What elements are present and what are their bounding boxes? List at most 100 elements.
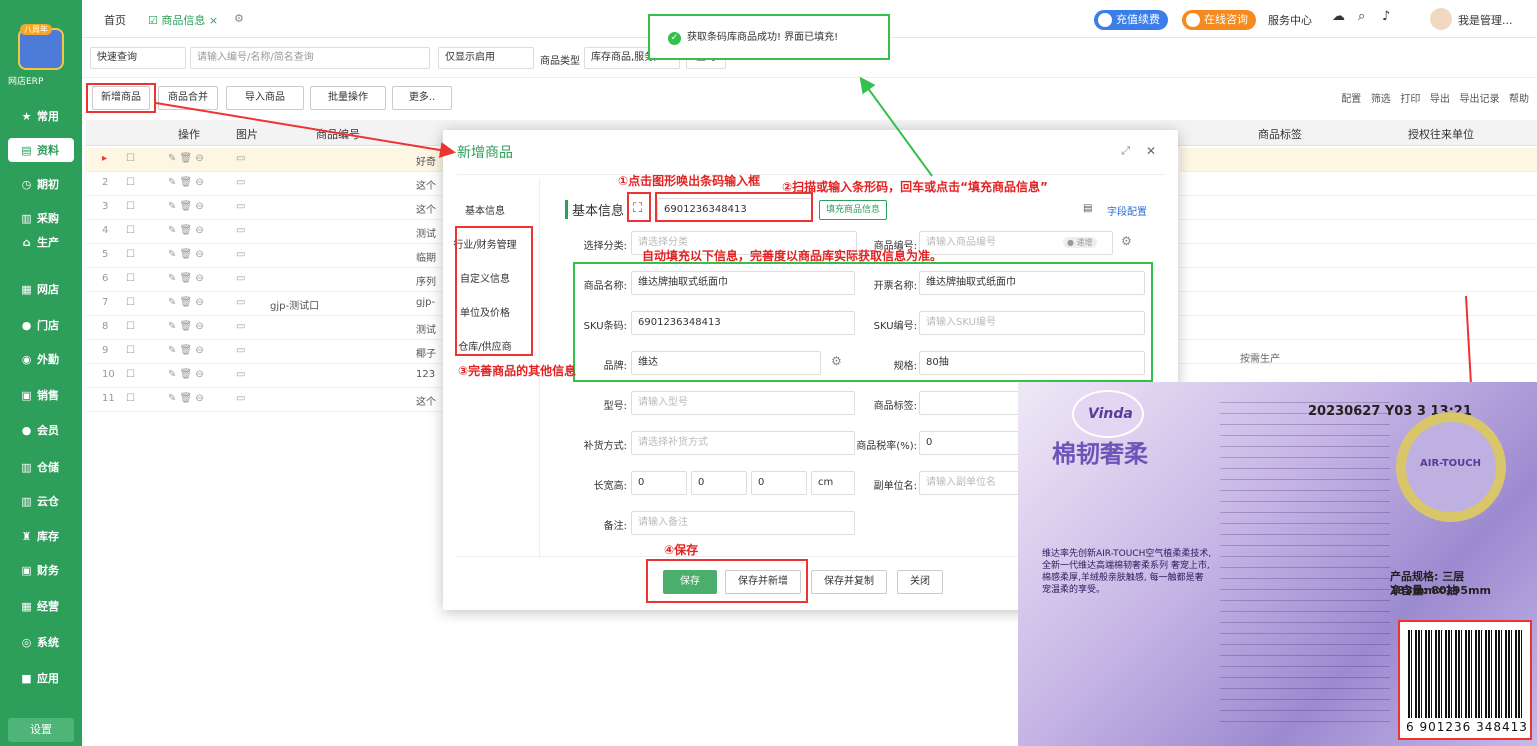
sidebar-item-16[interactable]: ■ 应用 <box>0 666 82 690</box>
sidebar-item-1[interactable]: ▤ 资料 <box>8 138 74 162</box>
row-actions[interactable]: ✎ 🗑 ⊖ <box>168 201 204 212</box>
row-actions[interactable]: ✎ 🗑 ⊖ <box>168 153 204 164</box>
sidebar-item-4[interactable]: ⌂ 生产 <box>0 230 82 254</box>
table-row[interactable]: 3 ☐ ✎ 🗑 ⊖ ▭ 这个 <box>86 196 446 220</box>
sidebar-item-2[interactable]: ◷ 期初 <box>0 172 82 196</box>
row-checkbox[interactable]: ☐ <box>126 369 135 380</box>
table-row[interactable]: 6 ☐ ✎ 🗑 ⊖ ▭ 序列 <box>86 268 446 292</box>
row-actions[interactable]: ✎ 🗑 ⊖ <box>168 369 204 380</box>
tag-input[interactable] <box>919 391 1019 415</box>
table-row[interactable]: 11 ☐ ✎ 🗑 ⊖ ▭ 这个 <box>86 388 446 412</box>
sidebar-item-11[interactable]: ▥ 云仓 <box>0 489 82 513</box>
query-mode-select[interactable]: 快速查询 <box>90 47 186 69</box>
close-icon[interactable]: ✕ <box>1146 144 1156 158</box>
bell-icon[interactable]: ♪ <box>1382 9 1390 24</box>
row-checkbox[interactable]: ☐ <box>126 249 135 260</box>
table-row[interactable]: 8 ☐ ✎ 🗑 ⊖ ▭ 测试 <box>86 316 446 340</box>
model-input[interactable]: 请输入型号 <box>631 391 855 415</box>
nav-basic[interactable]: 基本信息 <box>445 202 525 217</box>
cloud-icon[interactable]: ☁ <box>1332 9 1345 24</box>
recharge-button[interactable]: 充值续费 <box>1094 10 1168 30</box>
row-actions[interactable]: ✎ 🗑 ⊖ <box>168 297 204 308</box>
table-row[interactable]: 2 ☐ ✎ 🗑 ⊖ ▭ 这个 <box>86 172 446 196</box>
filter-link[interactable]: 筛选 <box>1371 94 1391 105</box>
table-row[interactable]: 7 ☐ ✎ 🗑 ⊖ ▭ gjp-测试口 gjp- <box>86 292 446 316</box>
tab-close-icon[interactable]: × <box>209 14 218 27</box>
avatar[interactable] <box>1430 8 1452 30</box>
save-copy-button[interactable]: 保存并复制 <box>811 570 887 594</box>
row-checkbox[interactable]: ☐ <box>126 153 135 164</box>
tab-gear-icon[interactable]: ⚙ <box>234 12 244 25</box>
row-actions[interactable]: ✎ 🗑 ⊖ <box>168 321 204 332</box>
merge-button[interactable]: 商品合并 <box>158 86 218 110</box>
row-checkbox[interactable]: ☐ <box>126 177 135 188</box>
print-link[interactable]: 打印 <box>1400 94 1420 105</box>
search-icon[interactable]: ⌕ <box>1358 9 1365 24</box>
table-row[interactable]: 10 ☐ ✎ 🗑 ⊖ ▭ 123 <box>86 364 446 388</box>
service-center-link[interactable]: 服务中心 <box>1268 12 1312 28</box>
fill-info-button[interactable]: 填充商品信息 <box>819 200 887 220</box>
tab-product-info[interactable]: ☑ 商品信息 × <box>148 12 218 28</box>
row-checkbox[interactable]: ☐ <box>126 297 135 308</box>
tab-home[interactable]: 首页 <box>104 12 126 28</box>
table-row-right <box>1180 196 1537 220</box>
tax-input[interactable]: 0 <box>919 431 1019 455</box>
height-input[interactable]: 0 <box>751 471 807 495</box>
replenish-select[interactable]: 请选择补货方式 <box>631 431 855 455</box>
sidebar-item-8[interactable]: ▣ 销售 <box>0 383 82 407</box>
auto-increment-toggle[interactable]: ● 递增 <box>1063 237 1097 248</box>
field-config-link[interactable]: 字段配置 <box>1107 203 1147 218</box>
sidebar-item-3[interactable]: ▥ 采购 <box>0 206 82 230</box>
table-row[interactable]: 4 ☐ ✎ 🗑 ⊖ ▭ 测试 <box>86 220 446 244</box>
length-input[interactable]: 0 <box>631 471 687 495</box>
sidebar-item-0[interactable]: ★ 常用 <box>0 104 82 128</box>
warehouse-icon: ▥ <box>21 460 32 474</box>
row-checkbox[interactable]: ☐ <box>126 393 135 404</box>
table-row[interactable]: 9 ☐ ✎ 🗑 ⊖ ▭ 椰子 <box>86 340 446 364</box>
more-button[interactable]: 更多.. <box>392 86 452 110</box>
code-gear-icon[interactable]: ⚙ <box>1121 234 1132 248</box>
note-input[interactable]: 请输入备注 <box>631 511 855 535</box>
config-link[interactable]: 配置 <box>1341 94 1361 105</box>
slogan: 棉韧奢柔 <box>1052 440 1148 468</box>
sidebar-item-6[interactable]: ● 门店 <box>0 313 82 337</box>
import-button[interactable]: 导入商品 <box>226 86 304 110</box>
consult-button[interactable]: 在线咨询 <box>1182 10 1256 30</box>
row-checkbox[interactable]: ☐ <box>126 273 135 284</box>
batch-button[interactable]: 批量操作 <box>310 86 386 110</box>
sidebar-item-14[interactable]: ▦ 经营 <box>0 594 82 618</box>
row-actions[interactable]: ✎ 🗑 ⊖ <box>168 393 204 404</box>
factory-icon: ⌂ <box>22 235 31 249</box>
export-log-link[interactable]: 导出记录 <box>1459 94 1499 105</box>
width-input[interactable]: 0 <box>691 471 747 495</box>
field-config-icon[interactable]: ▤ <box>1083 203 1092 214</box>
row-checkbox[interactable]: ☐ <box>126 345 135 356</box>
enabled-filter-select[interactable]: 仅显示启用 <box>438 47 534 69</box>
row-actions[interactable]: ✎ 🗑 ⊖ <box>168 249 204 260</box>
row-actions[interactable]: ✎ 🗑 ⊖ <box>168 177 204 188</box>
help-link[interactable]: 帮助 <box>1509 94 1529 105</box>
row-checkbox[interactable]: ☐ <box>126 201 135 212</box>
sidebar-item-10[interactable]: ▥ 仓储 <box>0 455 82 479</box>
sidebar-item-9[interactable]: ● 会员 <box>0 418 82 442</box>
table-row[interactable]: 5 ☐ ✎ 🗑 ⊖ ▭ 临期 <box>86 244 446 268</box>
row-actions[interactable]: ✎ 🗑 ⊖ <box>168 225 204 236</box>
search-input[interactable]: 请输入编号/名称/简名查询 <box>190 47 430 69</box>
row-checkbox[interactable]: ☐ <box>126 225 135 236</box>
sidebar-item-12[interactable]: ♜ 库存 <box>0 524 82 548</box>
close-button[interactable]: 关闭 <box>897 570 943 594</box>
table-row[interactable]: ▸ ☐ ✎ 🗑 ⊖ ▭ 好奇 <box>86 148 446 172</box>
sidebar-item-7[interactable]: ◉ 外勤 <box>0 347 82 371</box>
sidebar-item-13[interactable]: ▣ 财务 <box>0 558 82 582</box>
row-checkbox[interactable]: ☐ <box>126 321 135 332</box>
export-link[interactable]: 导出 <box>1430 94 1450 105</box>
subunit-input[interactable]: 请输入副单位名 <box>919 471 1019 495</box>
expand-icon[interactable]: ⤢ <box>1121 144 1130 158</box>
row-actions[interactable]: ✎ 🗑 ⊖ <box>168 345 204 356</box>
row-actions[interactable]: ✎ 🗑 ⊖ <box>168 273 204 284</box>
settings-button[interactable]: 设置 <box>8 718 74 742</box>
sidebar-item-15[interactable]: ◎ 系统 <box>0 630 82 654</box>
chat-icon <box>1186 13 1200 27</box>
user-name[interactable]: 我是管理... <box>1458 12 1513 28</box>
sidebar-item-5[interactable]: ▦ 网店 <box>0 277 82 301</box>
